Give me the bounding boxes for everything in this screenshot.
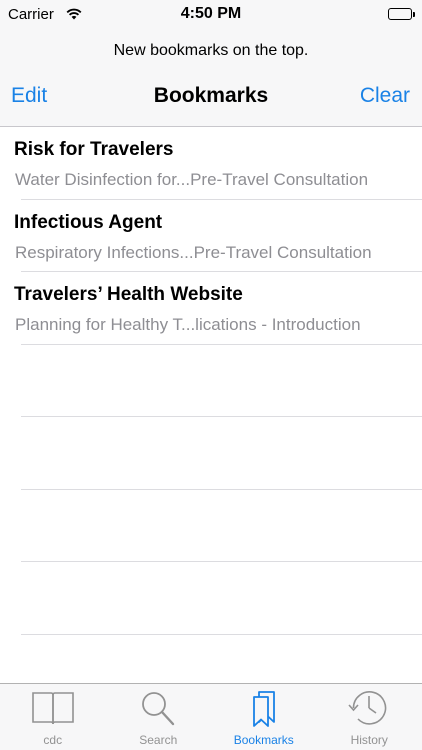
empty-row xyxy=(0,562,422,635)
empty-row xyxy=(0,490,422,563)
status-time: 4:50 PM xyxy=(180,5,242,22)
tab-label: Search xyxy=(139,733,178,747)
status-bar: Carrier 4:50 PM xyxy=(0,0,422,30)
bookmark-subtitle: Water Disinfection for...Pre-Travel Cons… xyxy=(15,170,369,189)
header-prompt: New bookmarks on the top. xyxy=(113,42,309,59)
history-icon xyxy=(346,688,392,733)
empty-row xyxy=(0,417,422,490)
empty-row xyxy=(0,345,422,418)
navigation-header: New bookmarks on the top. Edit Bookmarks… xyxy=(0,30,422,127)
page-title: Bookmarks xyxy=(153,84,269,107)
bookmark-subtitle: Planning for Healthy T...lications - Int… xyxy=(15,315,361,334)
list-item[interactable]: Travelers’ Health Website Planning for H… xyxy=(0,272,422,345)
clear-button[interactable]: Clear xyxy=(360,84,410,108)
list-item[interactable]: Risk for Travelers Water Disinfection fo… xyxy=(0,127,422,200)
bookmarks-icon xyxy=(241,688,287,733)
bookmark-list: Risk for Travelers Water Disinfection fo… xyxy=(0,127,422,684)
tab-bookmarks[interactable]: Bookmarks xyxy=(211,684,317,750)
bookmark-title: Infectious Agent xyxy=(14,211,163,233)
battery-icon xyxy=(388,8,415,20)
tab-bar: cdc Search Bookmarks History xyxy=(0,683,422,750)
bookmarks-screen: Carrier 4:50 PM New bookmarks on the top… xyxy=(0,0,422,750)
tab-label: Bookmarks xyxy=(233,733,294,747)
list-item[interactable]: Infectious Agent Respiratory Infections.… xyxy=(0,200,422,273)
bookmark-title: Risk for Travelers xyxy=(14,139,174,160)
bookmark-title: Travelers’ Health Website xyxy=(14,284,243,305)
tab-label: History xyxy=(350,733,388,747)
search-icon xyxy=(135,688,181,733)
tab-search[interactable]: Search xyxy=(106,684,212,750)
bookmark-subtitle: Respiratory Infections...Pre-Travel Cons… xyxy=(15,242,372,262)
tab-label: cdc xyxy=(43,733,63,747)
tab-history[interactable]: History xyxy=(317,684,422,750)
book-icon xyxy=(30,688,76,733)
tab-cdc[interactable]: cdc xyxy=(0,684,106,750)
